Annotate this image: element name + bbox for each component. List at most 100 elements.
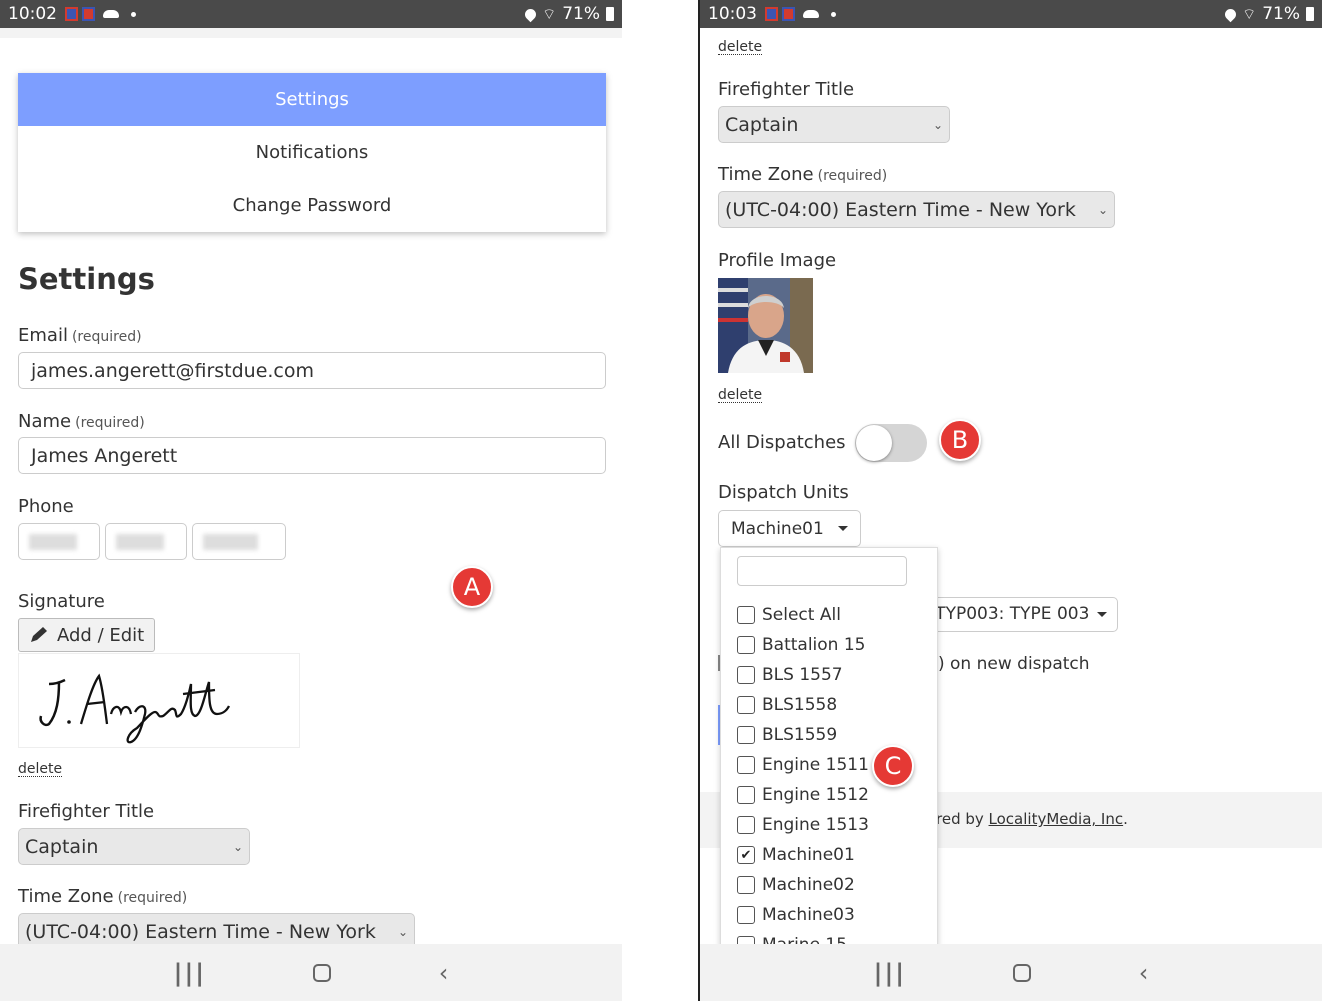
selected-value: Captain [25,835,99,858]
email-input[interactable]: james.angerett@firstdue.com [18,352,606,389]
recent-apps-icon[interactable]: ||| [874,959,906,987]
selected-value: (UTC-04:00) Eastern Time - New York [725,198,1076,221]
android-nav-bar: ||| ‹ [0,944,622,1001]
add-edit-label: Add / Edit [57,624,145,646]
right-screenshot: 10:03 ⌔ 71% delete Firefighter Title Cap… [698,0,1322,1001]
chevron-down-icon: ⌄ [932,117,943,132]
all-dispatches-label: All Dispatches [718,432,846,453]
option-label: Machine01 [762,845,855,865]
redacted-value [29,534,77,550]
back-icon[interactable]: ‹ [439,959,449,987]
checkbox-icon[interactable] [737,756,755,774]
recent-apps-icon[interactable]: ||| [174,959,206,987]
profile-image-label: Profile Image [718,250,837,271]
status-bar: 10:02 ⌔ 71% [0,0,622,28]
page-title: Settings [18,262,155,296]
option-label: BLS1558 [762,695,838,715]
footer-prefix: red by [936,810,989,828]
checkbox-icon[interactable] [737,696,755,714]
back-icon[interactable]: ‹ [1139,959,1149,987]
dispatch-unit-option[interactable]: Engine 1513 [737,815,869,835]
callout-marker-b: B [939,419,981,461]
checkbox-checked-icon[interactable]: ✔ [737,846,755,864]
all-dispatches-toggle[interactable] [855,424,927,462]
pencil-icon [31,627,47,642]
checkbox-icon[interactable] [737,726,755,744]
checkbox-icon[interactable] [737,606,755,624]
callout-marker-a: A [451,566,493,608]
dispatch-unit-option[interactable]: Machine03 [737,905,855,925]
firefighter-title-label: Firefighter Title [18,801,155,822]
caret-down-icon [837,526,848,531]
dispatch-unit-option[interactable]: BLS1558 [737,695,837,715]
checkbox-icon[interactable] [737,876,755,894]
signature-label: Signature [18,591,105,612]
dispatch-units-dropdown[interactable]: Machine01 [718,510,861,547]
selected-value: Captain [725,113,799,136]
dispatch-unit-option[interactable]: Select All [737,605,841,625]
name-input[interactable]: James Angerett [18,437,606,474]
android-nav-bar: ||| ‹ [700,944,1322,1001]
checkbox-icon[interactable] [737,636,755,654]
add-edit-signature-button[interactable]: Add / Edit [18,618,156,652]
firefighter-title-select[interactable]: Captain ⌄ [718,106,950,143]
email-label: Email (required) [18,325,142,346]
menu-item-change-password[interactable]: Change Password [18,179,606,232]
redacted-value [116,534,164,550]
footer-suffix: . [1123,810,1128,828]
menu-item-notifications[interactable]: Notifications [18,126,606,179]
phone-label: Phone [18,496,74,517]
cloud-icon [103,10,119,18]
option-label: Engine 1511 [762,755,869,775]
dispatch-unit-option[interactable]: BLS1559 [737,725,837,745]
signature-drawing [39,673,231,744]
firefighter-title-label: Firefighter Title [718,79,855,100]
redacted-value [203,534,259,550]
phone-area-input[interactable] [18,523,100,560]
delete-link[interactable]: delete [718,40,763,55]
dropdown-search-input[interactable] [737,556,907,586]
status-time: 10:03 [708,4,757,24]
home-icon[interactable] [313,963,332,982]
menu-item-settings[interactable]: Settings [18,73,606,126]
required-note: (required) [817,168,888,184]
phone-line-input[interactable] [192,523,286,560]
timezone-label-text: Time Zone [18,886,114,907]
app-notification-icon [765,7,778,21]
dispatch-unit-option[interactable]: ✔ Machine01 [737,845,855,865]
dispatch-units-label: Dispatch Units [718,482,849,503]
cloud-icon [803,10,819,18]
required-note: (required) [75,415,145,431]
battery-percent: 71% [1262,4,1300,24]
dispatch-unit-option[interactable]: BLS 1557 [737,665,843,685]
top-band [0,28,622,38]
timezone-select[interactable]: (UTC-04:00) Eastern Time - New York ⌄ [718,191,1115,228]
option-label: Machine03 [762,905,855,925]
firefighter-title-select[interactable]: Captain ⌄ [18,828,250,865]
dispatch-unit-option[interactable]: Engine 1511 [737,755,869,775]
option-label: BLS 1557 [762,665,843,685]
home-icon[interactable] [1013,963,1032,982]
dispatch-unit-option[interactable]: Machine02 [737,875,855,895]
timezone-label-text: Time Zone [718,164,814,185]
email-label-text: Email [18,325,68,346]
signature-delete-link[interactable]: delete [18,762,63,777]
option-label: Engine 1513 [762,815,869,835]
checkbox-icon[interactable] [737,816,755,834]
dispatch-types-value: n,TYP003: TYPE 003 [919,604,1090,624]
checkbox-icon[interactable] [737,666,755,684]
chevron-down-icon: ⌄ [1097,202,1108,217]
phone-prefix-input[interactable] [105,523,187,560]
dispatch-unit-option[interactable]: Battalion 15 [737,635,866,655]
dispatch-unit-option[interactable]: Engine 1512 [737,785,869,805]
option-label: Battalion 15 [762,635,866,655]
localitymedia-link[interactable]: LocalityMedia, Inc [989,810,1124,828]
checkbox-icon[interactable] [737,906,755,924]
checkbox-icon[interactable] [737,786,755,804]
profile-image-delete-link[interactable]: delete [718,388,763,403]
dispatch-notify-text: ) on new dispatch [938,654,1090,674]
option-label: Select All [762,605,841,625]
callout-marker-c: C [872,745,914,787]
name-label: Name (required) [18,411,145,432]
selected-value: Machine01 [731,518,824,539]
